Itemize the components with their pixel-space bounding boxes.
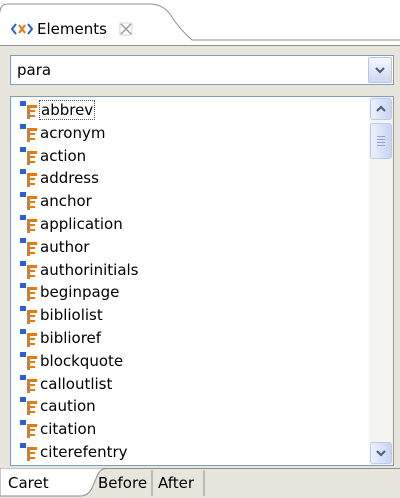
list-item[interactable]: application: [19, 213, 123, 235]
tab-caret[interactable]: Caret: [8, 474, 49, 492]
list-item-label: acronym: [40, 123, 106, 142]
list-item[interactable]: citerefentry: [19, 441, 128, 463]
list-item[interactable]: abbrev: [19, 99, 96, 121]
element-icon: [19, 100, 39, 120]
scroll-thumb[interactable]: [370, 123, 392, 159]
list-item-label: bibliolist: [40, 306, 103, 325]
chevron-down-icon: [375, 67, 385, 74]
element-icon: [19, 442, 39, 462]
list-item-label: citerefentry: [40, 443, 128, 461]
list-item-label: action: [40, 146, 87, 165]
element-icon: [19, 191, 39, 211]
element-icon: [19, 260, 39, 280]
list-item[interactable]: authorinitials: [19, 259, 139, 281]
element-list-content: abbrev acronym action address anchor applicat…: [11, 97, 369, 465]
view-title: Elements: [37, 20, 107, 38]
scroll-down-button[interactable]: [370, 442, 392, 464]
list-item[interactable]: action: [19, 145, 86, 167]
element-icon: [19, 419, 39, 439]
list-item[interactable]: caution: [19, 395, 96, 417]
combo-value: para: [17, 61, 52, 79]
bottom-tab-shapes: [0, 468, 400, 497]
view-tab-strip: Elements: [0, 0, 400, 46]
context-combo[interactable]: para: [10, 55, 394, 85]
element-icon: [19, 374, 39, 394]
xml-tag-icon: [11, 21, 33, 37]
list-item[interactable]: biblioref: [19, 327, 101, 349]
list-item[interactable]: anchor: [19, 190, 92, 212]
list-item[interactable]: address: [19, 167, 99, 189]
bottom-tab-strip: Caret Before After: [0, 468, 400, 498]
list-item[interactable]: beginpage: [19, 281, 119, 303]
elements-list[interactable]: abbrev acronym action address anchor applicat…: [10, 96, 394, 466]
chevron-up-icon: [376, 105, 386, 112]
list-item-label: caution: [40, 397, 96, 416]
tab-after[interactable]: After: [158, 474, 194, 492]
vertical-scrollbar[interactable]: [369, 97, 393, 465]
list-item-label: blockquote: [40, 351, 124, 370]
elements-view-tab[interactable]: Elements: [11, 18, 133, 40]
list-item-label: author: [40, 237, 90, 256]
list-item-label: biblioref: [40, 329, 102, 347]
list-item[interactable]: acronym: [19, 122, 105, 144]
element-icon: [19, 396, 39, 416]
combo-dropdown-button[interactable]: [368, 57, 392, 83]
element-icon: [19, 282, 39, 302]
chevron-down-icon: [376, 450, 386, 457]
scroll-up-button[interactable]: [370, 98, 392, 120]
element-icon: [19, 237, 39, 257]
element-icon: [19, 146, 39, 166]
list-item[interactable]: calloutlist: [19, 373, 112, 395]
list-item-label: calloutlist: [40, 374, 113, 393]
element-icon: [19, 305, 39, 325]
list-item-label: authorinitials: [40, 260, 139, 279]
close-icon[interactable]: [119, 22, 133, 36]
list-item[interactable]: author: [19, 236, 89, 258]
list-item[interactable]: bibliolist: [19, 304, 103, 326]
element-icon: [19, 328, 39, 348]
list-item-label: beginpage: [40, 283, 120, 302]
element-icon: [19, 123, 39, 143]
list-item-label: address: [40, 169, 99, 188]
element-icon: [19, 214, 39, 234]
list-item-label: anchor: [40, 192, 92, 211]
list-item[interactable]: citation: [19, 418, 96, 440]
list-item-label: abbrev: [38, 100, 96, 120]
list-item-label: citation: [40, 420, 97, 439]
elements-panel: para abbrev acronym action address anchor app…: [0, 46, 400, 498]
element-icon: [19, 351, 39, 371]
list-item[interactable]: blockquote: [19, 350, 123, 372]
element-icon: [19, 168, 39, 188]
list-item-label: application: [40, 215, 123, 233]
tab-before[interactable]: Before: [98, 474, 147, 492]
